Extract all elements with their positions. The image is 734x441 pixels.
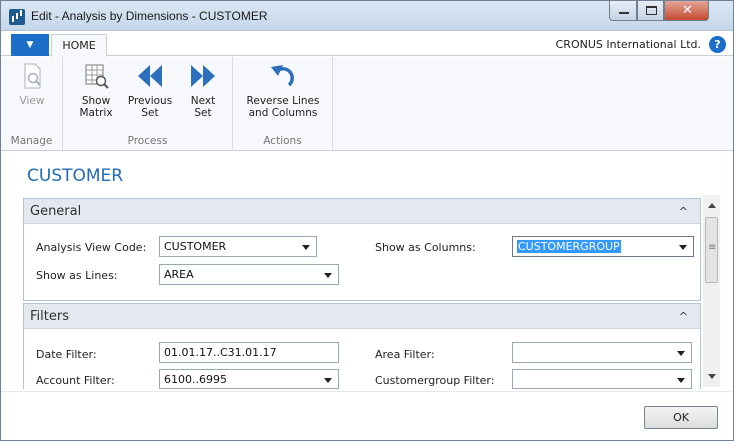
view-icon (16, 61, 48, 91)
show-as-lines-value: AREA (164, 268, 194, 281)
show-as-lines-field[interactable]: AREA (159, 264, 339, 285)
analysis-view-code-field[interactable]: CUSTOMER (159, 236, 317, 257)
show-as-columns-value: CUSTOMERGROUP (517, 240, 621, 253)
general-section-header[interactable]: General ^ (24, 199, 700, 224)
scroll-thumb[interactable] (705, 217, 718, 283)
next-set-label: Next Set (190, 95, 216, 119)
view-button-label: View (19, 95, 45, 107)
account-filter-field[interactable]: 6100..6995 (159, 369, 339, 389)
previous-set-button[interactable]: Previous Set (125, 61, 175, 119)
ribbon-tab-row: ▼ HOME CRONUS International Ltd. ? (1, 32, 733, 57)
app-icon (9, 9, 25, 25)
general-heading: General (30, 204, 82, 219)
window-title: Edit - Analysis by Dimensions - CUSTOMER (31, 9, 268, 23)
dropdown-arrow-icon[interactable] (324, 273, 332, 278)
account-filter-value: 6100..6995 (164, 373, 227, 386)
date-filter-field[interactable]: 01.01.17..C31.01.17 (159, 342, 339, 363)
dropdown-arrow-icon[interactable] (677, 351, 685, 356)
show-as-columns-label: Show as Columns: (375, 241, 476, 254)
analysis-view-code-label: Analysis View Code: (36, 241, 147, 254)
matrix-icon (80, 61, 112, 91)
scroll-up-icon[interactable] (708, 203, 716, 208)
dialog-footer (1, 391, 733, 440)
previous-set-label: Previous Set (127, 95, 173, 119)
next-set-button[interactable]: Next Set (181, 61, 225, 119)
customergroup-filter-label: Customergroup Filter: (375, 374, 495, 387)
ok-button[interactable]: OK (644, 406, 718, 429)
date-filter-value: 01.01.17..C31.01.17 (164, 346, 277, 359)
ribbon-group-manage: View Manage (1, 57, 63, 151)
ribbon-group-label: Process (127, 135, 168, 147)
maximize-button[interactable] (637, 1, 664, 21)
filters-heading: Filters (30, 309, 69, 324)
close-button[interactable]: ✕ (664, 1, 709, 21)
show-as-columns-field[interactable]: CUSTOMERGROUP (512, 236, 694, 257)
close-icon: ✕ (682, 3, 693, 18)
dropdown-arrow-icon[interactable] (679, 245, 687, 250)
help-icon[interactable]: ? (709, 36, 726, 53)
left-edge (1, 151, 11, 391)
area-filter-label: Area Filter: (375, 348, 435, 361)
dropdown-arrow-icon[interactable] (324, 378, 332, 383)
general-section: General ^ Analysis View Code: CUSTOMER S… (23, 198, 701, 301)
company-name: CRONUS International Ltd. (555, 38, 701, 51)
show-matrix-button[interactable]: Show Matrix (74, 61, 118, 119)
scroll-down-icon[interactable] (708, 374, 716, 379)
next-icon (187, 61, 219, 91)
dropdown-arrow-icon[interactable] (677, 378, 685, 383)
dropdown-arrow-icon[interactable] (302, 245, 310, 250)
ribbon-group-label: Manage (10, 135, 53, 147)
reverse-icon (267, 61, 299, 91)
view-button[interactable]: View (9, 61, 55, 107)
filters-section: Filters ^ Date Filter: 01.01.17..C31.01.… (23, 303, 701, 389)
minimize-icon (619, 12, 629, 14)
analysis-view-code-value: CUSTOMER (164, 240, 227, 253)
maximize-icon (646, 6, 657, 15)
show-as-lines-label: Show as Lines: (36, 269, 118, 282)
date-filter-label: Date Filter: (36, 348, 97, 361)
ribbon: View Manage Show Matrix Previous Set Nex… (1, 57, 733, 151)
previous-icon (134, 61, 166, 91)
filters-section-header[interactable]: Filters ^ (24, 304, 700, 329)
account-filter-label: Account Filter: (36, 374, 115, 387)
customergroup-filter-field[interactable] (512, 369, 692, 389)
reverse-lines-columns-button[interactable]: Reverse Lines and Columns (241, 61, 325, 119)
show-matrix-label: Show Matrix (79, 95, 113, 119)
area-filter-field[interactable] (512, 342, 692, 363)
title-bar[interactable]: Edit - Analysis by Dimensions - CUSTOMER… (1, 1, 733, 31)
file-menu-button[interactable]: ▼ (11, 34, 49, 56)
dialog-window: Edit - Analysis by Dimensions - CUSTOMER… (0, 0, 734, 441)
tab-home[interactable]: HOME (51, 34, 107, 57)
reverse-lines-columns-label: Reverse Lines and Columns (246, 95, 320, 119)
page-title: CUSTOMER (27, 166, 124, 186)
ribbon-group-label: Actions (263, 135, 302, 147)
minimize-button[interactable] (609, 1, 637, 21)
chevron-up-icon[interactable]: ^ (679, 199, 688, 224)
chevron-up-icon[interactable]: ^ (679, 304, 688, 329)
vertical-scrollbar[interactable] (703, 195, 720, 387)
ribbon-group-actions: Reverse Lines and Columns Actions (233, 57, 333, 151)
ribbon-group-process: Show Matrix Previous Set Next Set Proces… (63, 57, 233, 151)
